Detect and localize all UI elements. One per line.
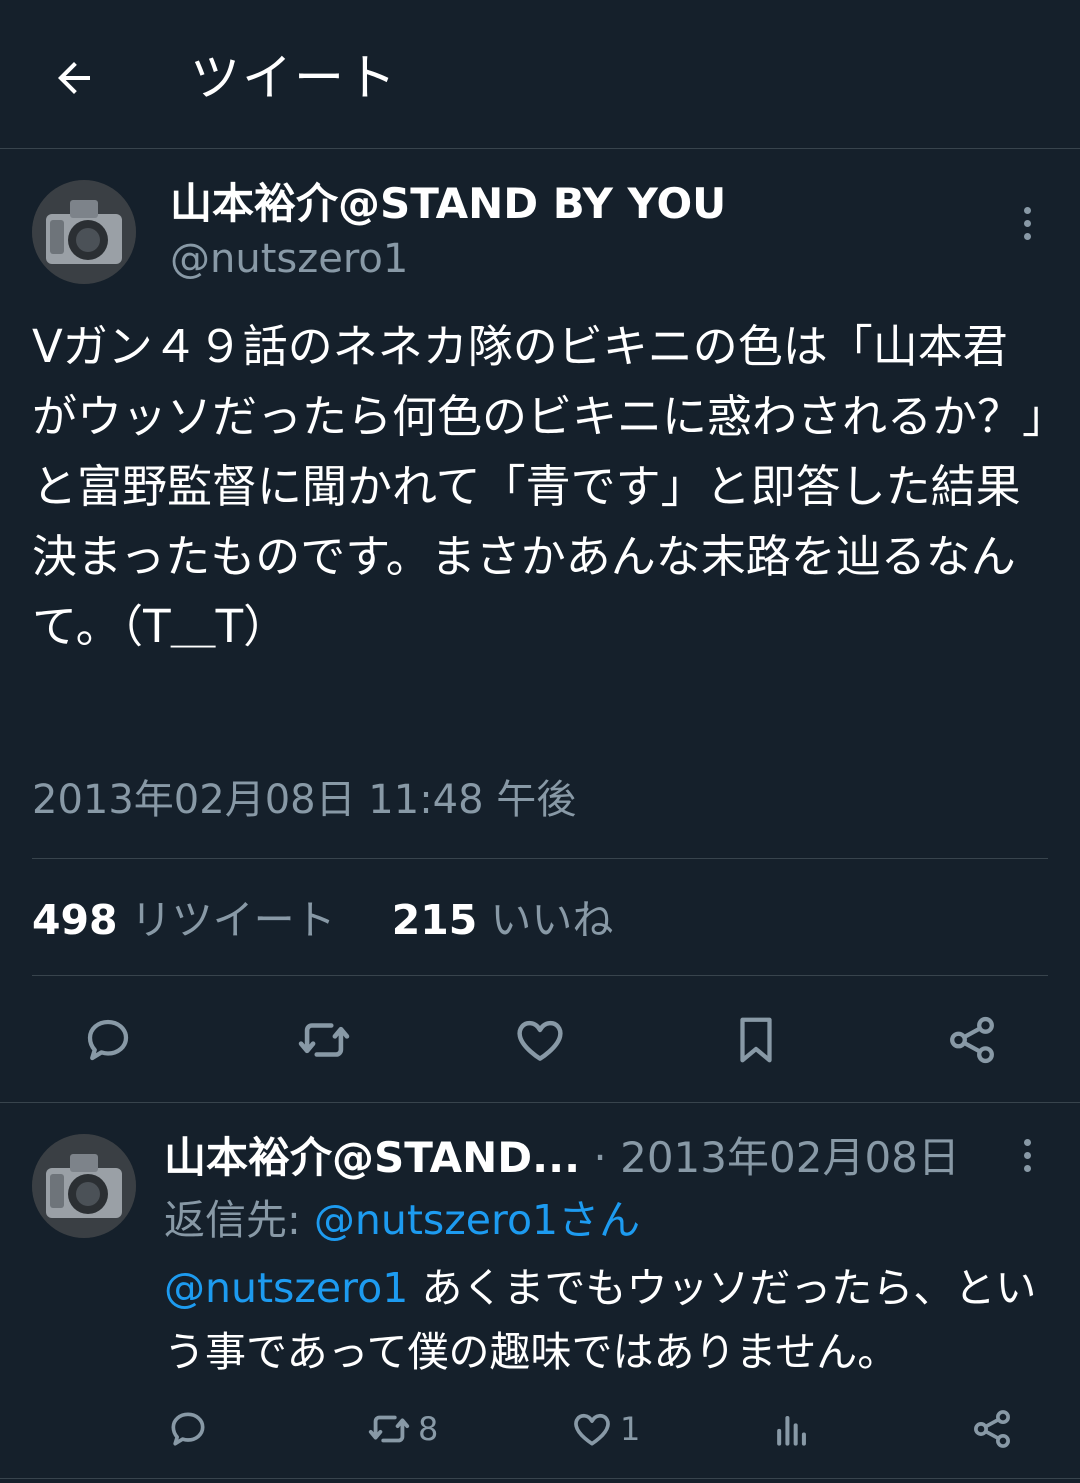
reply-retweet-count: 8 [418, 1410, 439, 1448]
author-display-name[interactable]: 山本裕介@STAND BY YOU [170, 176, 726, 232]
reply-reply-button[interactable] [166, 1404, 210, 1454]
mention-link[interactable]: @nutszero1 [164, 1264, 408, 1312]
author-handle[interactable]: @nutszero1 [170, 232, 408, 286]
top-app-bar: ツイート [0, 0, 1080, 149]
reply-avatar[interactable] [32, 1134, 136, 1238]
retweet-icon [368, 1415, 410, 1443]
more-icon [1023, 206, 1031, 214]
share-icon [950, 1016, 994, 1064]
like-button[interactable] [510, 1010, 570, 1070]
reply-analytics-button[interactable] [770, 1404, 814, 1454]
reply-icon [87, 1019, 129, 1061]
retweet-label[interactable]: リツイート [131, 896, 336, 944]
reply-share-button[interactable] [970, 1404, 1014, 1454]
reply-like-count: 1 [620, 1410, 641, 1448]
arrow-left-icon [58, 62, 90, 94]
reply-like-button[interactable]: 1 [570, 1404, 640, 1454]
reply-header: 山本裕介@STAND... · 2013年02月08日 [164, 1130, 960, 1186]
tweet-timestamp[interactable]: 2013年02月08日 11:48 午後 [32, 772, 576, 828]
divider [32, 975, 1048, 976]
bookmark-button[interactable] [726, 1010, 786, 1070]
share-button[interactable] [942, 1010, 1002, 1070]
back-button[interactable] [44, 48, 104, 108]
more-icon [1023, 1138, 1031, 1146]
like-label[interactable]: いいね [490, 896, 613, 944]
divider [0, 1478, 1080, 1479]
like-count[interactable]: 215 [392, 896, 478, 944]
reply-to-line: 返信先: @nutszero1さん [164, 1192, 640, 1248]
reply-text: @nutszero1 あくまでもウッソだったら、という事であって僕の趣味ではあり… [164, 1256, 1044, 1384]
reply-to-link[interactable]: @nutszero1さん [314, 1196, 640, 1244]
separator: · [593, 1133, 607, 1182]
page-title: ツイート [190, 49, 398, 107]
reply-icon [171, 1412, 205, 1446]
analytics-icon [777, 1415, 806, 1446]
retweet-icon [298, 1023, 350, 1057]
avatar[interactable] [32, 180, 136, 284]
reply-retweet-button[interactable]: 8 [366, 1404, 438, 1454]
reply-author-name[interactable]: 山本裕介@STAND... [164, 1133, 580, 1182]
reply-more-options-button[interactable] [1012, 1130, 1042, 1180]
reply-to-prefix: 返信先: [164, 1196, 314, 1244]
like-icon [574, 1413, 610, 1446]
divider [32, 858, 1048, 859]
engagement-stats: 498 リツイート 215 いいね [32, 892, 613, 948]
share-icon [974, 1410, 1010, 1448]
tweet-text: Vガン４９話のネネカ隊のビキニの色は「山本君がウッソだったら何色のビキニに惑わさ… [32, 320, 1045, 653]
reply-button[interactable] [78, 1010, 138, 1070]
retweet-count[interactable]: 498 [32, 896, 118, 944]
like-icon [517, 1020, 563, 1061]
divider [0, 1102, 1080, 1103]
more-options-button[interactable] [1012, 198, 1042, 248]
bookmark-icon [740, 1017, 772, 1063]
retweet-button[interactable] [294, 1010, 354, 1070]
reply-date[interactable]: 2013年02月08日 [620, 1133, 960, 1182]
